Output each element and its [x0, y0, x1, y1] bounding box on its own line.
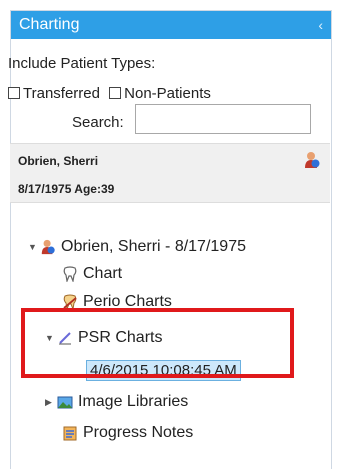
- transferred-label: Transferred: [23, 85, 100, 102]
- checkbox-icon: [8, 87, 20, 99]
- person-icon: [40, 239, 56, 255]
- tree-item-label: Image Libraries: [78, 393, 189, 410]
- expand-arrow-icon[interactable]: ▼: [28, 242, 40, 252]
- tree-item-label: Progress Notes: [83, 424, 194, 441]
- patient-header: Obrien, Sherri 8/17/1975 Age:39: [10, 143, 330, 203]
- tree-root-patient[interactable]: ▼ Obrien, Sherri - 8/17/1975: [28, 238, 246, 256]
- tree-item-progress-notes[interactable]: Progress Notes: [62, 424, 193, 442]
- search-label: Search:: [72, 114, 124, 131]
- tree-root-label: Obrien, Sherri - 8/17/1975: [61, 238, 246, 255]
- tree-item-label: Chart: [83, 265, 123, 282]
- collapse-arrow-icon[interactable]: ▶: [45, 397, 57, 408]
- patient-type-filters: Transferred Non-Patients: [8, 85, 211, 102]
- patient-dob-age: 8/17/1975 Age:39: [18, 182, 115, 196]
- tree-item-image-libraries[interactable]: ▶ Image Libraries: [45, 393, 188, 411]
- non-patients-checkbox[interactable]: Non-Patients: [109, 85, 211, 102]
- highlight-annotation: [21, 308, 294, 378]
- checkbox-icon: [109, 87, 122, 99]
- tree-item-chart[interactable]: Chart: [62, 265, 123, 284]
- tooth-icon: [62, 266, 78, 284]
- collapse-icon[interactable]: ‹: [318, 17, 323, 33]
- person-icon: [304, 151, 320, 174]
- patient-name: Obrien, Sherri: [18, 154, 99, 168]
- notes-icon: [62, 425, 78, 441]
- non-patients-label: Non-Patients: [124, 85, 211, 102]
- transferred-checkbox[interactable]: Transferred: [8, 85, 104, 102]
- include-types-label: Include Patient Types:: [8, 55, 156, 72]
- search-input[interactable]: [135, 104, 311, 134]
- image-icon: [57, 394, 73, 410]
- panel-header: Charting ‹: [11, 11, 331, 39]
- panel-title: Charting: [19, 16, 80, 33]
